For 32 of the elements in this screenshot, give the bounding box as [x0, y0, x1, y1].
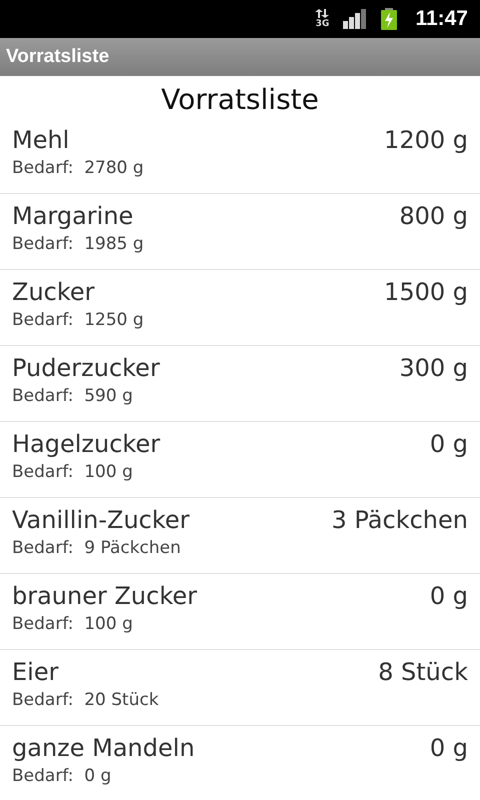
- item-amount: 1500 g: [384, 277, 468, 308]
- item-requirement: Bedarf: 590 g: [12, 385, 133, 408]
- item-name: brauner Zucker: [12, 581, 198, 612]
- item-amount: 0 g: [430, 581, 468, 612]
- item-name: Eier: [12, 657, 58, 688]
- item-amount: 1200 g: [384, 125, 468, 156]
- item-amount: 800 g: [399, 201, 468, 232]
- item-requirement: Bedarf: 1250 g: [12, 309, 144, 332]
- list-heading: Vorratsliste: [161, 82, 319, 118]
- item-requirement: Bedarf: 1985 g: [12, 233, 144, 256]
- item-amount: 3 Päckchen: [332, 505, 468, 536]
- item-name: Margarine: [12, 201, 134, 232]
- window-title: Vorratsliste: [6, 46, 110, 68]
- item-requirement: Bedarf: 20 Stück: [12, 689, 159, 712]
- item-requirement: Bedarf: 2780 g: [12, 157, 144, 180]
- item-requirement: Bedarf: 100 g: [12, 613, 133, 636]
- item-amount: 300 g: [399, 353, 468, 384]
- clock-time: 11:47: [415, 7, 468, 31]
- item-requirement: Bedarf: 100 g: [12, 461, 133, 484]
- item-amount: 0 g: [430, 429, 468, 460]
- item-amount: 8 Stück: [378, 657, 468, 688]
- item-name: Hagelzucker: [12, 429, 160, 460]
- item-name: Vanillin-Zucker: [12, 505, 190, 536]
- item-amount: 0 g: [430, 733, 468, 764]
- item-requirement: Bedarf: 9 Päckchen: [12, 537, 181, 560]
- battery-charging-icon: [381, 8, 398, 30]
- item-name: Zucker: [12, 277, 95, 308]
- item-name: ganze Mandeln: [12, 733, 195, 764]
- item-requirement: Bedarf: 0 g: [12, 765, 112, 788]
- item-name: Mehl: [12, 125, 70, 156]
- signal-icon: [343, 9, 368, 29]
- item-name: Puderzucker: [12, 353, 160, 384]
